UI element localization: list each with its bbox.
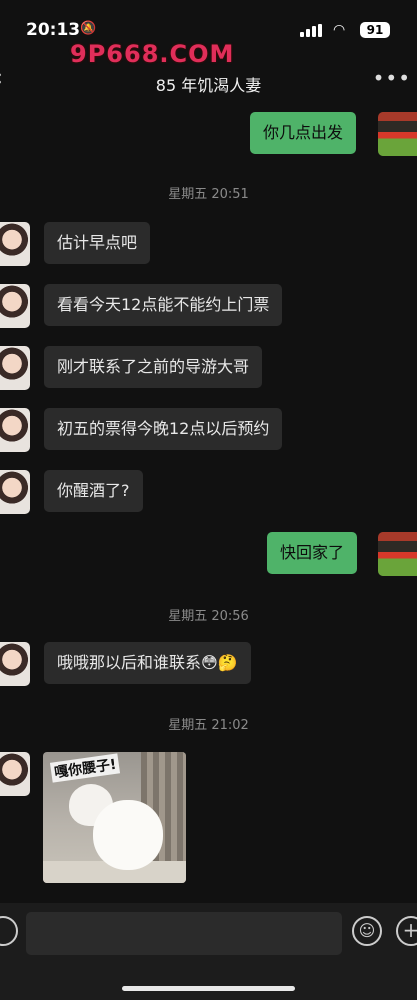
avatar[interactable] — [0, 284, 30, 328]
message-bubble[interactable]: 哦哦那以后和谁联系😳🤔 — [44, 642, 251, 684]
timestamp: 星期五 21:02 — [168, 718, 249, 733]
avatar[interactable] — [0, 470, 30, 514]
sticker-caption: 嘎你腰子! — [49, 753, 121, 783]
emoji-icon[interactable]: ☺ — [352, 916, 382, 946]
message-bubble[interactable]: 刚才联系了之前的导游大哥 — [44, 346, 263, 388]
chat-header: ‹ 85 年饥渴人妻 ••• — [0, 56, 417, 104]
message-bubble[interactable]: 你几点出发 — [250, 112, 357, 154]
message-text: 哦哦那以后和谁联系 — [57, 653, 202, 672]
voice-icon[interactable] — [0, 916, 18, 946]
cat-icon — [93, 800, 163, 870]
chat-title: 85 年饥渴人妻 — [155, 76, 262, 95]
message-bubble[interactable]: 你醒酒了? — [44, 470, 143, 512]
message-bubble[interactable]: 看看今天12点能不能约上门票 — [44, 284, 283, 326]
timestamp: 星期五 20:56 — [168, 609, 249, 624]
home-indicator — [122, 986, 295, 991]
sticker-image[interactable]: 嘎你腰子! — [43, 752, 186, 883]
status-time: 20:13 — [26, 20, 81, 40]
avatar[interactable] — [0, 408, 30, 452]
message-input[interactable] — [26, 912, 342, 955]
avatar[interactable] — [0, 222, 30, 266]
more-dots-icon[interactable]: ••• — [373, 66, 411, 90]
timestamp: 星期五 20:51 — [168, 187, 249, 202]
plus-icon[interactable]: + — [396, 916, 417, 946]
emoji-flushed-thinking-icon: 😳🤔 — [201, 653, 238, 672]
avatar[interactable] — [0, 346, 30, 390]
message-bubble[interactable]: 初五的票得今晚12点以后预约 — [44, 408, 283, 450]
message-bubble[interactable]: 快回家了 — [267, 532, 358, 574]
bell-mute-icon: 🔕 — [80, 21, 97, 36]
avatar[interactable] — [0, 642, 30, 686]
wifi-icon: ◠ — [333, 22, 346, 38]
battery-icon: 91 — [360, 22, 390, 38]
avatar[interactable] — [378, 532, 417, 576]
avatar[interactable] — [378, 112, 417, 156]
message-bubble[interactable]: 估计早点吧 — [44, 222, 151, 264]
signal-icon — [300, 24, 326, 37]
avatar[interactable] — [0, 752, 30, 796]
